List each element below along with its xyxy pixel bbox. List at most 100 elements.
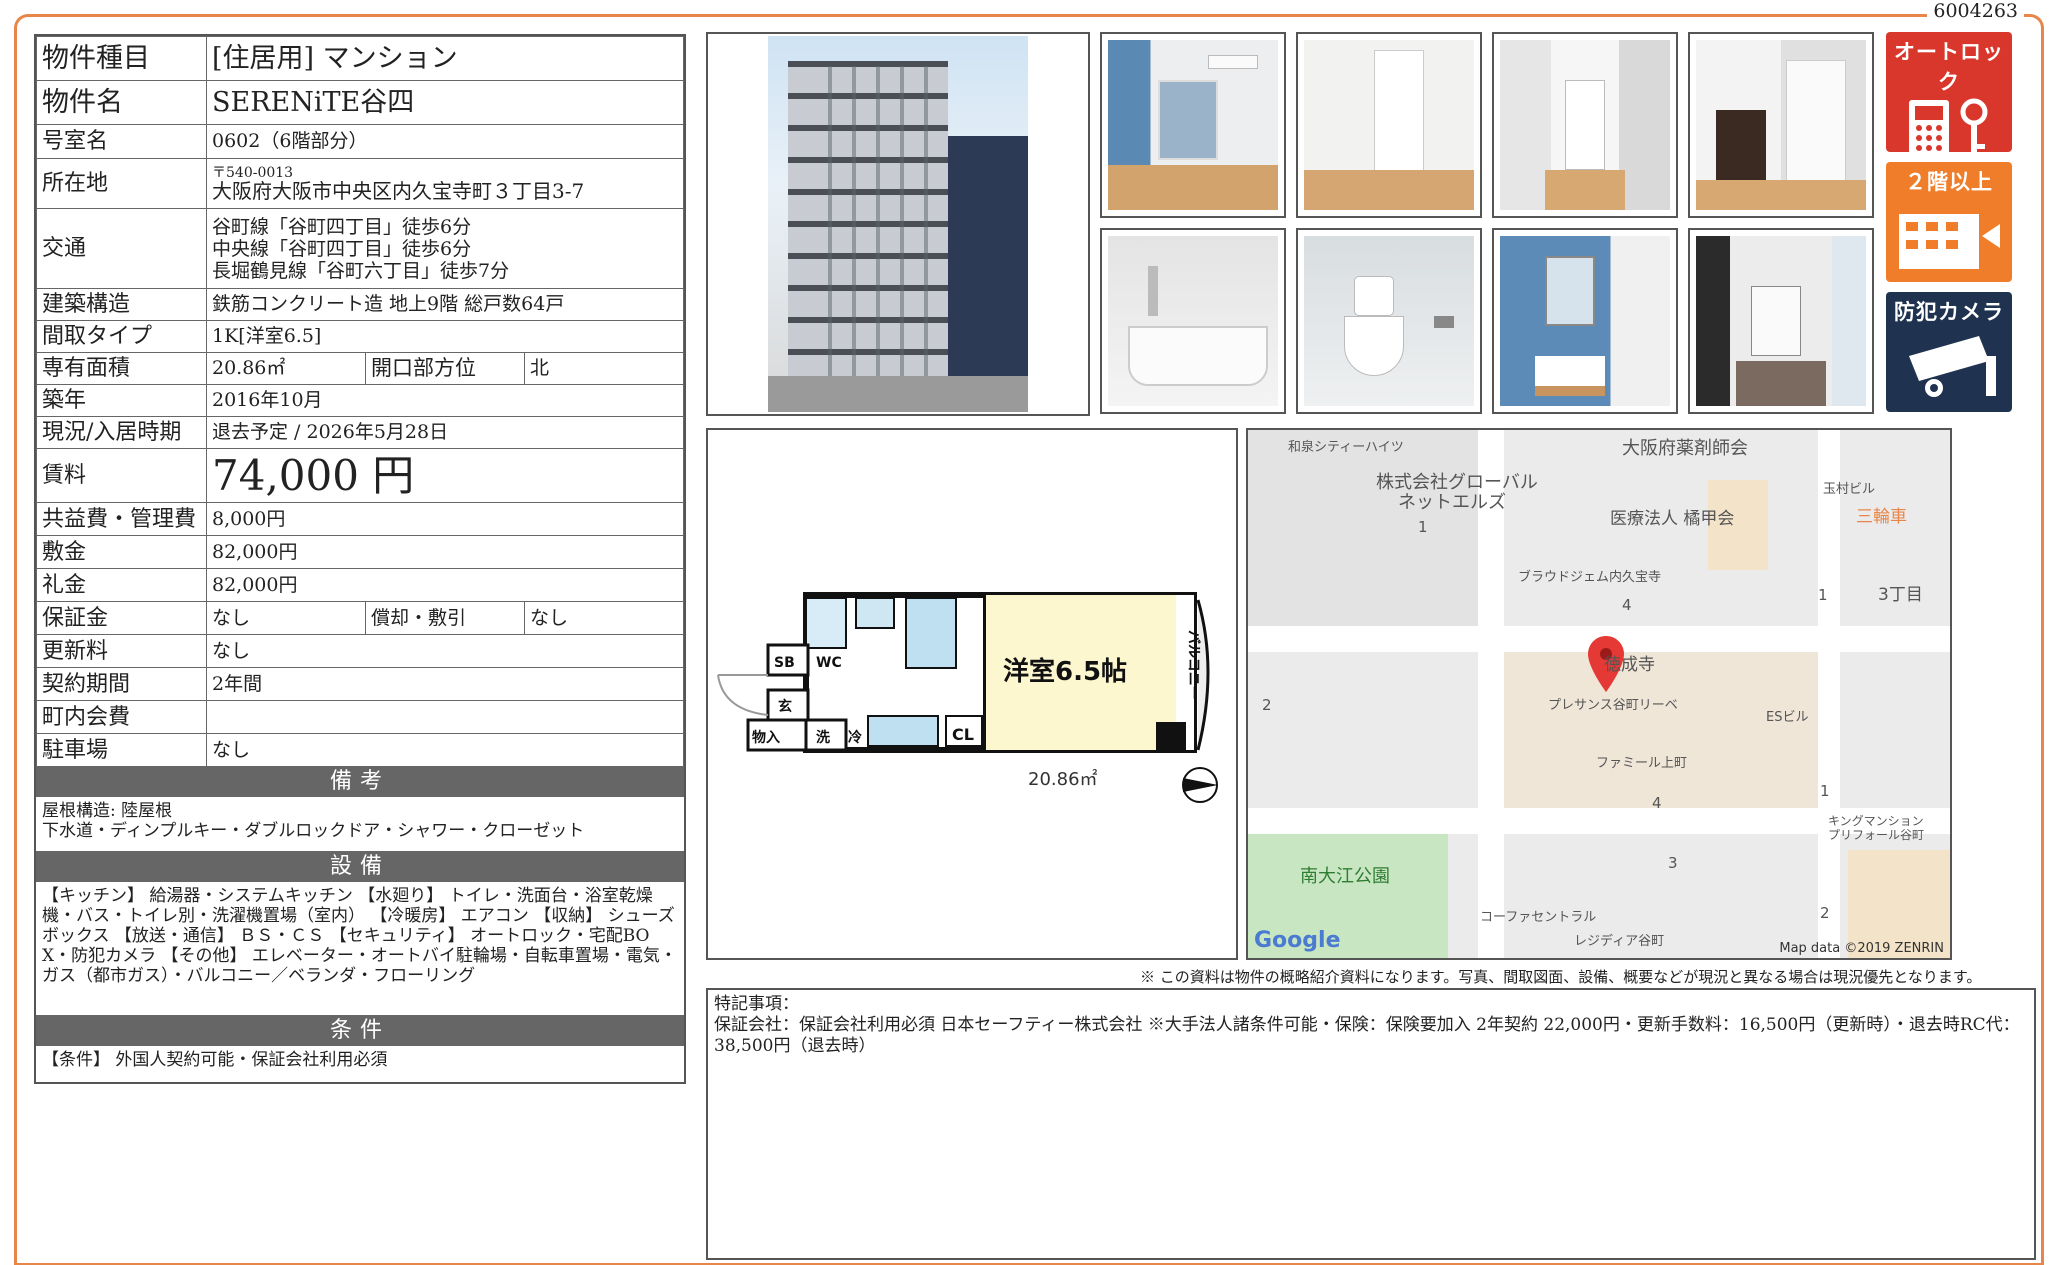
map-label: ネットエルズ: [1398, 492, 1506, 513]
autolock-label: オートロック: [1894, 40, 2004, 94]
fee-label: 共益費・管理費: [36, 502, 207, 536]
map-block-number: 1: [1820, 782, 1830, 800]
notes-title: 特記事項：: [714, 994, 799, 1014]
direction-value: 北: [524, 352, 684, 385]
remarks-line: 屋根構造: 陸屋根: [42, 801, 173, 821]
area-map: 和泉シティーハイツ 大阪府薬剤師会 株式会社グローバル ネットエルズ 医療法人 …: [1246, 428, 1952, 960]
map-label: 玉村ビル: [1823, 482, 1876, 497]
caution-note: ※ この資料は物件の概略紹介資料になります。写真、間取図面、設備、概要などが現況…: [1140, 968, 1982, 986]
contract-value: 2年間: [206, 667, 684, 701]
floor-area-label: 20.86㎡: [1028, 768, 1098, 790]
remarks-line: 下水道・ディンプルキー・ダブルロックドア・シャワー・クローゼット: [42, 821, 585, 841]
rent-value: 74,000 円: [206, 448, 684, 503]
map-label: ブラウドジェム内久宝寺: [1518, 570, 1662, 585]
name-label: 物件名: [36, 80, 207, 125]
map-block-number: 4: [1622, 596, 1632, 614]
address-label: 所在地: [36, 158, 207, 209]
equipment-body: 【キッチン】 給湯器・システムキッチン 【水廻り】 トイレ・洗面台・浴室乾燥機・…: [36, 882, 684, 1016]
conditions-body: 【条件】 外国人契約可能・保証会社利用必須: [42, 1050, 388, 1070]
renewal-value: なし: [206, 634, 684, 668]
interior-photo-room: [1100, 32, 1286, 218]
building-exterior-photo: [706, 32, 1090, 416]
building-floor-icon: [1899, 214, 2000, 269]
map-label: 徳成寺: [1604, 655, 1655, 675]
balcony-label: バルコニー: [1185, 630, 1201, 700]
autolock-badge: オートロック: [1886, 32, 2012, 152]
transit-label: 交通: [36, 208, 207, 289]
transit-line: 谷町線「谷町四丁目」徒歩6分: [212, 215, 472, 238]
interior-photo-washroom: [1492, 228, 1678, 414]
fridge-label: 冷: [848, 729, 862, 746]
status-label: 現況/入居時期: [36, 416, 207, 449]
community-value: [206, 700, 684, 734]
contract-label: 契約期間: [36, 667, 207, 701]
map-block-number: 3: [1668, 854, 1678, 872]
map-block-number: 2: [1262, 696, 1272, 714]
transit-line: 長堀鶴見線「谷町六丁目」徒歩7分: [212, 259, 510, 282]
deposit-value: 82,000円: [206, 535, 684, 569]
map-block-number: 2: [1820, 904, 1830, 922]
guarantee-value: なし: [206, 601, 366, 635]
built-value: 2016年10月: [206, 384, 684, 417]
map-block-number: 1: [1418, 518, 1428, 536]
camera-badge: 防犯カメラ: [1886, 292, 2012, 412]
direction-label: 開口部方位: [365, 352, 525, 385]
map-label: プリフォール谷町: [1828, 828, 1925, 842]
special-notes: 特記事項： 保証会社：保証会社利用必須 日本セーフティー株式会社 ※大手法人諸条…: [706, 988, 2036, 1260]
wash-label: 洗: [816, 729, 830, 746]
guarantee-label: 保証金: [36, 601, 207, 635]
storage-label: 物入: [752, 729, 780, 746]
status-value: 退去予定 / 2026年5月28日: [206, 416, 684, 449]
interior-photo-entrance: [1688, 228, 1874, 414]
key-money-label: 礼金: [36, 568, 207, 602]
security-camera-icon: [1909, 336, 1996, 397]
interior-photo-closet: [1296, 32, 1482, 218]
entrance-label: 玄: [778, 698, 792, 715]
room-label: 号室名: [36, 124, 207, 159]
transit-line: 中央線「谷町四丁目」徒歩6分: [212, 237, 472, 260]
renewal-label: 更新料: [36, 634, 207, 668]
address-value: 大阪府大阪市中央区内久宝寺町３丁目3-7: [212, 179, 585, 203]
closet-label: CL: [952, 725, 974, 744]
document-id: 6004263: [1927, 0, 2024, 22]
floor-plan: 洋室6.5帖 SB WC 玄 物入 洗 冷 CL 20.86㎡ バルコニー: [706, 428, 1238, 960]
map-block-number: 1: [1818, 586, 1828, 604]
map-block-number: 4: [1652, 794, 1662, 812]
interior-photo-bath: [1100, 228, 1286, 414]
remarks-header: 備考: [36, 767, 684, 797]
amortization-value: なし: [524, 601, 684, 635]
map-label: 医療法人 橘甲会: [1610, 509, 1735, 529]
remarks-body: 屋根構造: 陸屋根 下水道・ディンプルキー・ダブルロックドア・シャワー・クローゼ…: [36, 797, 684, 852]
second-floor-badge: ２階以上: [1886, 162, 2012, 282]
google-logo: Google: [1254, 928, 1341, 953]
interior-photo-toilet: [1296, 228, 1482, 414]
map-credit: Map data ©2019 ZENRIN: [1779, 941, 1944, 956]
map-label: 三輪車: [1856, 507, 1907, 527]
interior-photo-kitchen: [1688, 32, 1874, 218]
map-label: ファミール上町: [1596, 756, 1688, 771]
map-label: 南大江公園: [1300, 866, 1390, 887]
area-label: 専有面積: [36, 352, 207, 385]
room-value: 0602（6階部分）: [206, 124, 684, 159]
rent-label: 賃料: [36, 448, 207, 503]
deposit-label: 敷金: [36, 535, 207, 569]
layout-label: 間取タイプ: [36, 320, 207, 353]
map-label: コーファセントラル: [1480, 910, 1597, 925]
second-floor-label: ２階以上: [1905, 170, 1993, 194]
map-label: ESビル: [1766, 710, 1809, 725]
sb-label: SB: [774, 655, 795, 671]
map-label: 3丁目: [1878, 585, 1923, 605]
property-info-table: 物件種目 [住居用] マンション 物件名 SERENiTE谷四 号室名 0602（6階…: [34, 34, 686, 1084]
room-label-text: 洋室6.5帖: [1003, 656, 1127, 687]
structure-label: 建築構造: [36, 288, 207, 321]
parking-value: なし: [206, 733, 684, 767]
map-label: レジディア谷町: [1574, 934, 1665, 949]
conditions-header: 条件: [36, 1016, 684, 1046]
wc-label: WC: [816, 655, 842, 671]
structure-value: 鉄筋コンクリート造 地上9階 総戸数64戸: [206, 288, 684, 321]
community-label: 町内会費: [36, 700, 207, 734]
equipment-header: 設備: [36, 852, 684, 882]
intercom-key-icon: [1909, 98, 1988, 152]
floor-plan-drawing: 洋室6.5帖 SB WC 玄 物入 洗 冷 CL 20.86㎡ バルコニー: [717, 592, 1218, 803]
key-money-value: 82,000円: [206, 568, 684, 602]
